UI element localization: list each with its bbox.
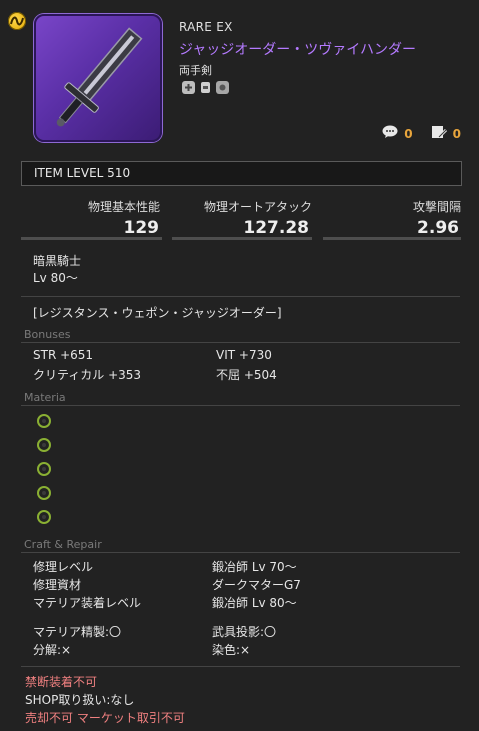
materia-heading: Materia xyxy=(24,391,66,404)
materia-slot[interactable] xyxy=(37,462,51,476)
lodestone-icon xyxy=(8,12,26,30)
glamour-flag: 武具投影:〇 xyxy=(212,625,277,639)
stat-divider-2 xyxy=(172,237,312,240)
restriction-note: 禁断装着不可 xyxy=(25,675,98,689)
reviews-counter[interactable]: 0 xyxy=(431,125,461,142)
materia-level-value: 鍛冶師 Lv 80～ xyxy=(212,596,297,610)
item-level-box: ITEM LEVEL 510 xyxy=(21,161,462,186)
dye-flag: 染色:× xyxy=(212,643,251,657)
item-thumbnail xyxy=(34,14,162,142)
item-name: ジャッジオーダー・ツヴァイハンダー xyxy=(179,42,417,58)
repair-material-value: ダークマターG7 xyxy=(212,578,301,592)
materia-slot[interactable] xyxy=(37,510,51,524)
stat-divider-3 xyxy=(323,237,461,240)
shop-note: SHOP取り扱い:なし xyxy=(25,693,135,707)
repair-level-label: 修理レベル xyxy=(33,560,94,574)
job-name: 暗黒騎士 xyxy=(33,254,82,268)
materia-slot[interactable] xyxy=(37,486,51,500)
bonus-tenacity: 不屈 +504 xyxy=(216,368,277,382)
materia-slot[interactable] xyxy=(37,438,51,452)
stat-divider-1 xyxy=(21,237,162,240)
comments-counter[interactable]: 0 xyxy=(382,125,413,142)
repair-material-label: 修理資材 xyxy=(33,578,82,592)
materia-slot[interactable] xyxy=(37,414,51,428)
stat-label-physical-damage: 物理基本性能 xyxy=(87,200,160,214)
divider xyxy=(21,405,460,406)
stat-label-auto-attack: 物理オートアタック xyxy=(203,200,312,214)
materia-level-label: マテリア装着レベル xyxy=(33,596,142,610)
stat-label-delay: 攻撃間隔 xyxy=(412,200,461,214)
equip-info-icons xyxy=(182,81,229,94)
greatsword-icon xyxy=(56,27,143,127)
comment-icon xyxy=(382,125,398,142)
untradable-icon xyxy=(199,81,212,94)
divider xyxy=(21,296,460,297)
bonus-str: STR +651 xyxy=(33,348,94,362)
unique-icon xyxy=(182,81,195,94)
divider xyxy=(21,666,460,667)
item-level: ITEM LEVEL 510 xyxy=(34,166,131,180)
stat-value-delay: 2.96 xyxy=(417,218,459,238)
stat-value-physical-damage: 129 xyxy=(123,218,160,238)
armoire-icon xyxy=(216,81,229,94)
divider xyxy=(21,552,460,553)
reviews-count: 0 xyxy=(452,126,461,141)
comments-count: 0 xyxy=(404,126,413,141)
item-series: [レジスタンス・ウェポン・ジャッジオーダー] xyxy=(33,306,282,320)
repair-level-value: 鍛冶師 Lv 70～ xyxy=(212,560,297,574)
trade-note: 売却不可 マーケット取引不可 xyxy=(25,711,185,725)
counters: 0 0 xyxy=(382,125,461,142)
materia-extract-flag: マテリア精製:〇 xyxy=(33,625,122,639)
bonus-critical: クリティカル +353 xyxy=(33,368,142,382)
job-level: Lv 80～ xyxy=(33,271,78,285)
item-rarity: RARE EX xyxy=(179,20,233,34)
bonus-vit: VIT +730 xyxy=(216,348,272,362)
desynth-flag: 分解:× xyxy=(33,643,72,657)
edit-note-icon xyxy=(431,125,447,142)
stat-value-auto-attack: 127.28 xyxy=(243,218,309,238)
craft-repair-heading: Craft & Repair xyxy=(24,538,102,551)
item-category: 両手剣 xyxy=(179,64,212,77)
divider xyxy=(21,342,460,343)
bonuses-heading: Bonuses xyxy=(24,328,71,341)
